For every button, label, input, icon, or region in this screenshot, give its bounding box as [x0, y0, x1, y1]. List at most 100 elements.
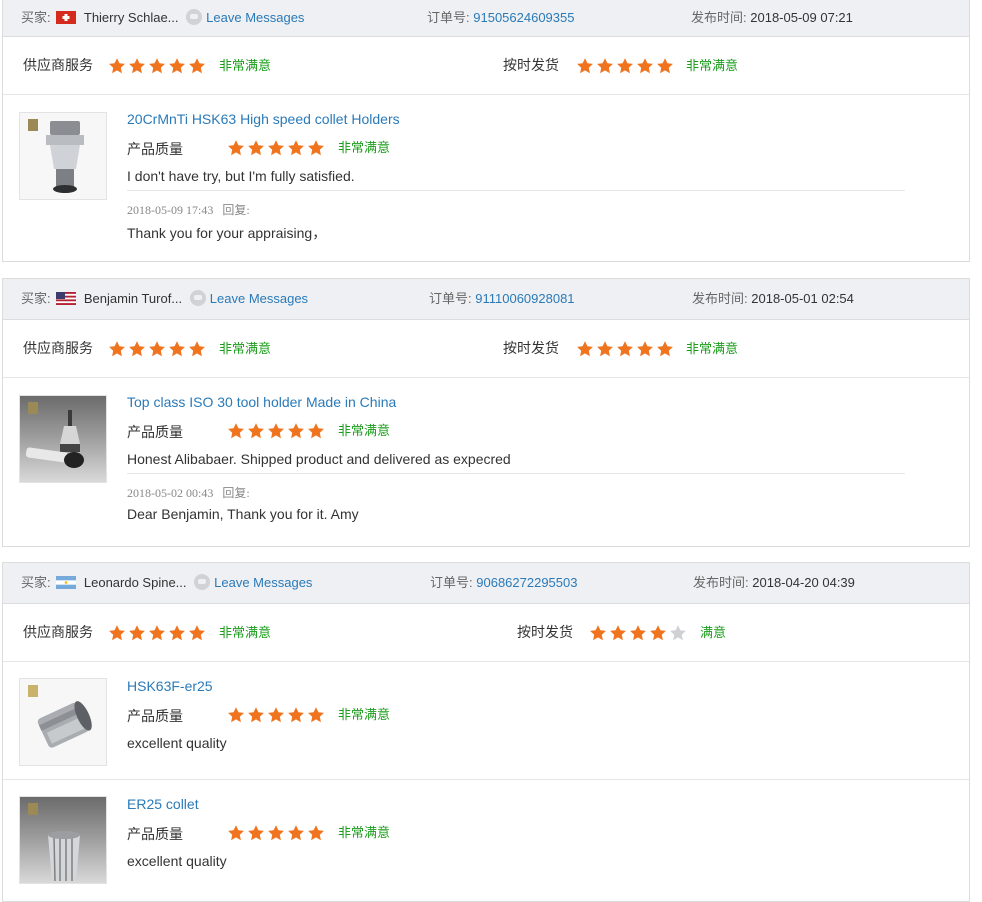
tool-holder-image — [25, 402, 84, 468]
collet-chuck-image — [28, 685, 92, 748]
published-time: 2018-05-09 07:21 — [750, 10, 853, 25]
reply-label: 回复: — [222, 203, 250, 217]
review-header: 买家: Leonardo Spine... Leave Messages 订单号… — [3, 563, 969, 604]
product-thumbnail[interactable] — [19, 796, 107, 884]
product-quality-label: 产品质量 — [127, 826, 183, 842]
reply-label: 回复: — [222, 486, 250, 500]
message-icon[interactable] — [194, 574, 211, 590]
leave-messages-link[interactable]: Leave Messages — [214, 575, 312, 590]
star-filled-icon — [307, 824, 325, 842]
star-filled-icon — [629, 624, 647, 642]
star-filled-icon — [247, 139, 265, 157]
buyer-name[interactable]: Benjamin Turof... — [84, 291, 182, 306]
star-filled-icon — [596, 57, 614, 75]
star-filled-icon — [128, 340, 146, 358]
star-filled-icon — [636, 340, 654, 358]
star-filled-icon — [636, 57, 654, 75]
supplier-stars — [108, 624, 206, 642]
supplier-stars — [108, 340, 206, 358]
quality-satisfaction: 非常满意 — [338, 825, 391, 840]
star-filled-icon — [148, 57, 166, 75]
order-no-label: 订单号: — [430, 575, 473, 590]
rating-row: 供应商服务 非常满意 按时发货 非常满意 — [3, 37, 969, 95]
star-filled-icon — [247, 824, 265, 842]
star-filled-icon — [576, 340, 594, 358]
buyer-name[interactable]: Leonardo Spine... — [84, 575, 187, 590]
er25-collet-image — [28, 803, 80, 882]
rating-row: 供应商服务 非常满意 按时发货 满意 — [3, 604, 969, 662]
buyer-name[interactable]: Thierry Schlae... — [84, 10, 179, 25]
review-header: 买家: Benjamin Turof... Leave Messages 订单号… — [3, 279, 969, 320]
product-thumbnail[interactable] — [19, 112, 107, 200]
switzerland-flag — [56, 11, 77, 24]
star-filled-icon — [168, 624, 186, 642]
published-time: 2018-04-20 04:39 — [752, 575, 855, 590]
star-filled-icon — [307, 422, 325, 440]
star-filled-icon — [108, 340, 126, 358]
review-text: I don't have try, but I'm fully satisfie… — [127, 168, 355, 184]
product-link[interactable]: HSK63F-er25 — [127, 678, 213, 694]
star-filled-icon — [267, 139, 285, 157]
star-filled-icon — [267, 706, 285, 724]
quality-satisfaction: 非常满意 — [338, 140, 391, 155]
reply-date: 2018-05-09 17:43 — [127, 203, 214, 217]
reply-text: Dear Benjamin, Thank you for it. Amy — [127, 506, 359, 522]
supplier-satisfaction: 非常满意 — [219, 625, 272, 640]
reply-meta: 2018-05-02 00:43 回复: — [127, 484, 250, 501]
star-filled-icon — [267, 422, 285, 440]
buyer-label: 买家: — [21, 575, 51, 590]
star-filled-icon — [267, 824, 285, 842]
message-icon[interactable] — [189, 290, 206, 306]
product-thumbnail[interactable] — [19, 678, 107, 766]
star-filled-icon — [656, 340, 674, 358]
order-no-link[interactable]: 90686272295503 — [476, 575, 577, 590]
star-filled-icon — [589, 624, 607, 642]
order-no-label: 订单号: — [427, 10, 470, 25]
star-filled-icon — [287, 139, 305, 157]
product-review: ER25 collet 产品质量 非常满意 excellent quality — [3, 780, 969, 900]
rating-row: 供应商服务 非常满意 按时发货 非常满意 — [3, 320, 969, 378]
star-filled-icon — [188, 340, 206, 358]
star-filled-icon — [247, 422, 265, 440]
review-card: 买家: Thierry Schlae... Leave Messages 订单号… — [2, 0, 970, 262]
star-filled-icon — [108, 57, 126, 75]
star-filled-icon — [108, 624, 126, 642]
quality-satisfaction: 非常满意 — [338, 423, 391, 438]
product-link[interactable]: 20CrMnTi HSK63 High speed collet Holders — [127, 111, 400, 127]
published-label: 发布时间: — [691, 10, 747, 25]
star-filled-icon — [247, 706, 265, 724]
order-no-link[interactable]: 91505624609355 — [473, 10, 574, 25]
argentina-flag — [56, 576, 77, 589]
star-filled-icon — [148, 340, 166, 358]
star-filled-icon — [227, 422, 245, 440]
quality-stars — [227, 139, 325, 157]
order-no-link[interactable]: 91110060928081 — [475, 291, 574, 306]
product-thumbnail[interactable] — [19, 395, 107, 483]
leave-messages-link[interactable]: Leave Messages — [210, 291, 308, 306]
supplier-service-label: 供应商服务 — [23, 340, 93, 356]
supplier-satisfaction: 非常满意 — [219, 341, 272, 356]
star-filled-icon — [148, 624, 166, 642]
product-review: HSK63F-er25 产品质量 非常满意 excellent quality — [3, 662, 969, 780]
message-icon[interactable] — [186, 9, 203, 25]
product-link[interactable]: ER25 collet — [127, 796, 199, 812]
star-filled-icon — [287, 422, 305, 440]
star-filled-icon — [576, 57, 594, 75]
star-filled-icon — [609, 624, 627, 642]
leave-messages-link[interactable]: Leave Messages — [206, 10, 304, 25]
published-label: 发布时间: — [692, 291, 748, 306]
star-filled-icon — [287, 824, 305, 842]
product-link[interactable]: Top class ISO 30 tool holder Made in Chi… — [127, 394, 396, 410]
star-filled-icon — [616, 340, 634, 358]
review-text: Honest Alibabaer. Shipped product and de… — [127, 451, 511, 467]
star-filled-icon — [128, 57, 146, 75]
published-label: 发布时间: — [693, 575, 749, 590]
star-filled-icon — [168, 57, 186, 75]
star-filled-icon — [287, 706, 305, 724]
product-quality-label: 产品质量 — [127, 708, 183, 724]
divider — [127, 190, 905, 191]
delivery-satisfaction: 非常满意 — [686, 58, 739, 73]
review-card: 买家: Leonardo Spine... Leave Messages 订单号… — [2, 562, 970, 902]
star-filled-icon — [616, 57, 634, 75]
quality-satisfaction: 非常满意 — [338, 707, 391, 722]
